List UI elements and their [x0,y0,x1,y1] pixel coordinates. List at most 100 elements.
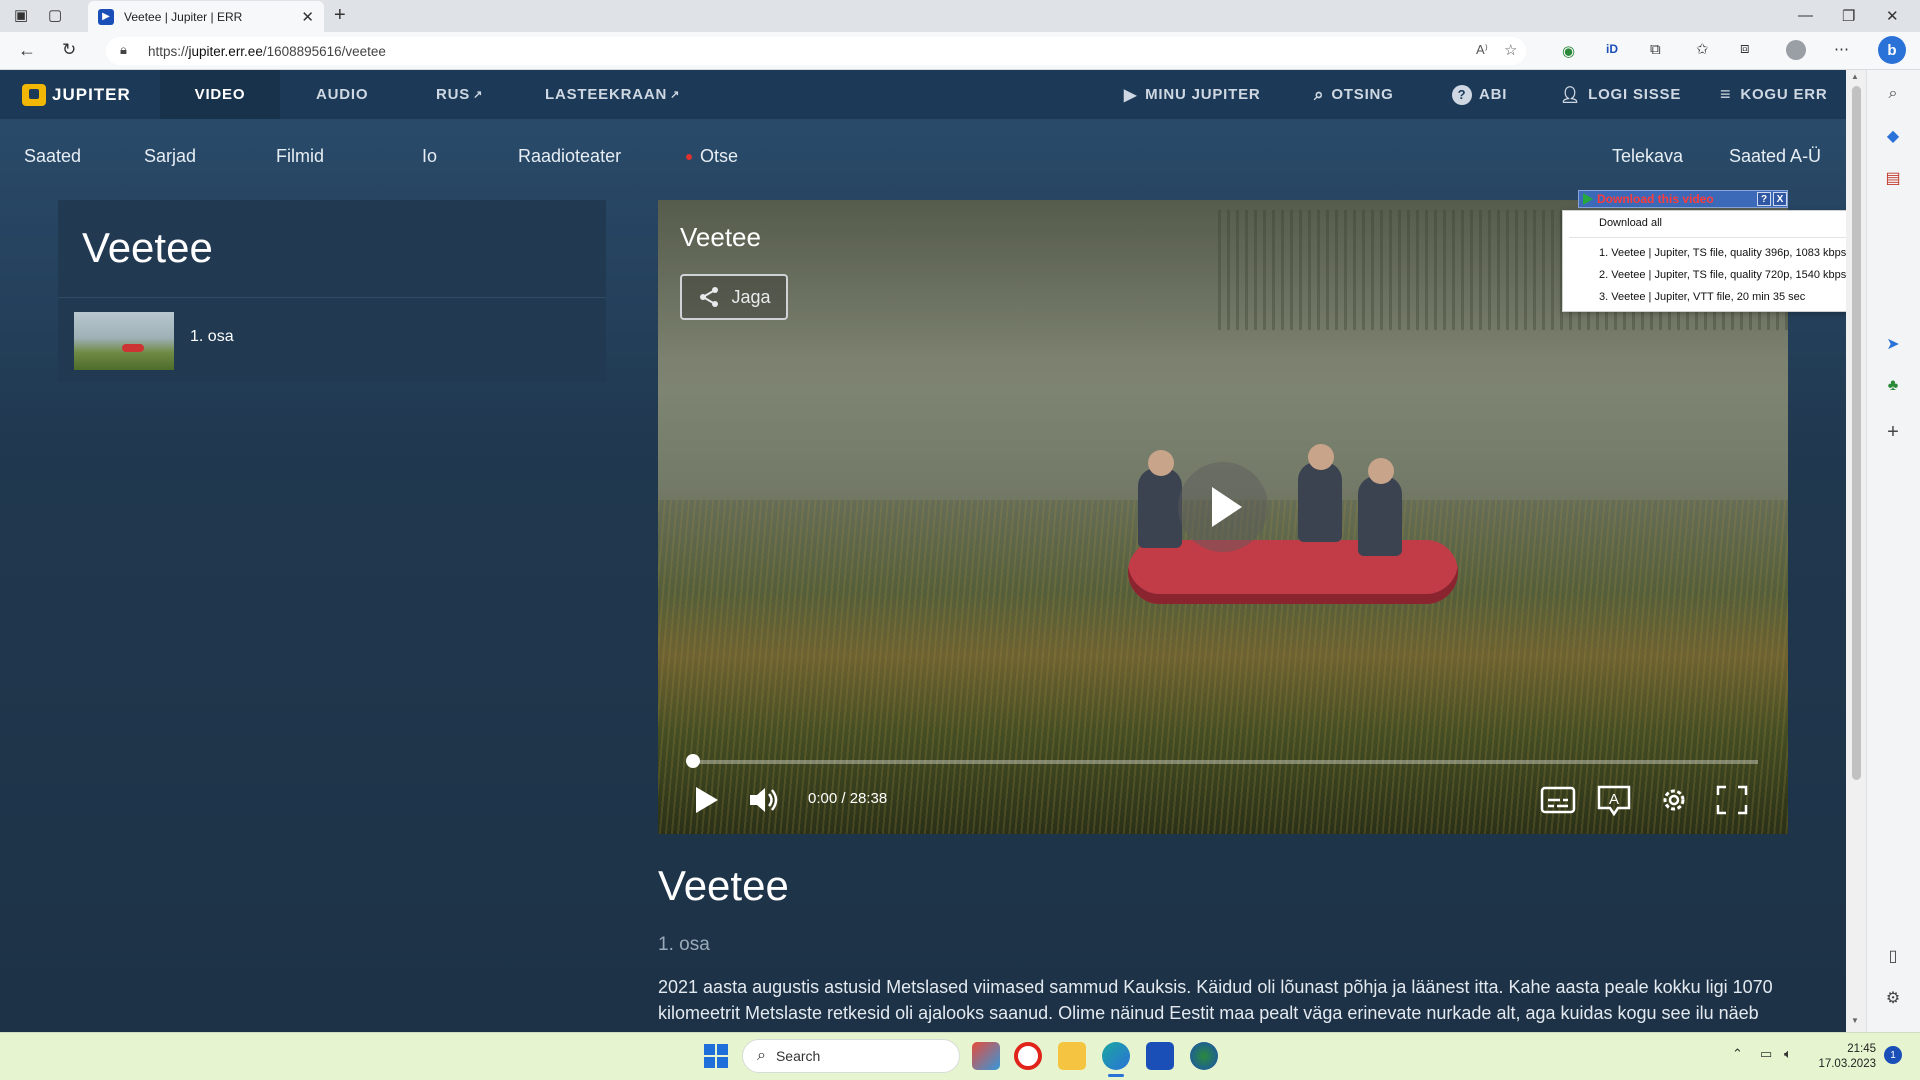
subnav-filmid[interactable]: Filmid [276,146,324,167]
play-button[interactable] [686,780,726,820]
sidebar-settings-icon[interactable]: ⚙︎ [1881,986,1905,1010]
more-menu-icon[interactable]: ⋯ [1834,40,1849,58]
downloader-extension-icon[interactable]: ◉ [1562,42,1575,60]
subnav-telekava[interactable]: Telekava [1612,146,1683,167]
downloader-help-icon[interactable]: ? [1757,192,1771,206]
share-button[interactable]: Jaga [680,274,788,320]
add-favorite-icon[interactable]: ☆ [1504,41,1517,59]
play-triangle-icon [1583,193,1593,205]
nav-otsing[interactable]: ⌕ OTSING [1314,70,1394,119]
notification-badge[interactable]: 1 [1884,1046,1902,1064]
progress-bar[interactable] [692,760,1758,764]
subnav-otse[interactable]: Otse [686,146,738,167]
nav-kogu-err[interactable]: ≡ KOGU ERR [1720,70,1828,119]
url-path: /1608895616/veetee [262,43,386,59]
bing-icon[interactable]: b [1878,36,1906,64]
sidebar-send-icon[interactable]: ➤ [1881,332,1905,356]
nav-rus-label: RUS [436,86,471,103]
video-frame-person [1358,476,1402,556]
episode-thumbnail[interactable] [74,312,174,370]
subnav-io[interactable]: Io [422,146,437,167]
tab-close-icon[interactable]: ✕ [301,8,314,26]
settings-button[interactable] [1654,780,1694,820]
subtitles-button[interactable] [1538,780,1578,820]
jupiter-logo[interactable]: JUPITER [22,70,131,119]
audio-description-button[interactable]: A [1594,780,1634,820]
nav-rus[interactable]: RUS ↗ [436,70,483,119]
subnav-sarjad[interactable]: Sarjad [144,146,196,167]
download-item[interactable]: 3. Veetee | Jupiter, VTT file, 20 min 35… [1599,291,1805,303]
start-icon[interactable] [704,1044,728,1068]
url-field[interactable]: 🔒︎ https://jupiter.err.ee/1608895616/vee… [106,37,1526,65]
opera-icon[interactable] [1014,1042,1042,1070]
nav-audio[interactable]: AUDIO [316,70,368,119]
snipping-tool-icon[interactable] [972,1042,1000,1070]
window-close-icon[interactable]: ✕ [1886,7,1899,25]
subnav-raadioteater[interactable]: Raadioteater [518,146,621,167]
file-explorer-icon[interactable] [1058,1042,1086,1070]
share-icon [700,287,719,307]
tab-actions-icon[interactable]: ▣ [14,6,28,24]
big-play-button[interactable] [1178,462,1268,552]
lock-icon[interactable]: 🔒︎ [120,42,127,58]
video-frame-head [1148,450,1174,476]
video-frame-raft [1128,540,1458,604]
video-frame-person [1298,462,1342,542]
subnav-saated[interactable]: Saated [24,146,81,167]
taskbar-clock[interactable]: 21:45 17.03.2023 [1796,1042,1876,1072]
sidebar-panel-icon[interactable]: ▯ [1881,944,1905,968]
workspaces-icon[interactable]: ▢ [48,6,62,24]
collections-icon[interactable]: ⧈ [1740,40,1750,57]
id-extension-icon[interactable]: iD [1606,42,1618,56]
active-tab[interactable]: ▶ Veetee | Jupiter | ERR ✕ [88,1,324,32]
nav-lasteekraan[interactable]: LASTEEKRAAN ↗ [545,70,680,119]
episode-label[interactable]: 1. osa [190,328,234,346]
hamburger-menu-icon: ≡ [1720,84,1732,104]
download-header-label: Download this video [1597,192,1714,206]
globe-app-icon[interactable] [1190,1042,1218,1070]
nav-abi[interactable]: ? ABI [1452,70,1507,119]
video-frame-head [1308,444,1334,470]
profile-avatar[interactable] [1786,40,1806,60]
sidebar-tools-icon[interactable]: ▤ [1881,166,1905,190]
edge-icon[interactable] [1102,1042,1130,1070]
speaker-icon[interactable]: 🔈︎ [1784,1046,1792,1062]
play-square-icon: ▶︎ [1124,86,1138,104]
sidebar-tree-icon[interactable]: ♣ [1881,374,1905,398]
progress-handle[interactable] [686,754,700,768]
back-icon[interactable]: ← [18,40,36,61]
new-tab-icon[interactable]: + [334,4,346,27]
scrollbar-thumb[interactable] [1852,86,1861,780]
download-all-item[interactable]: Download all [1599,217,1662,229]
volume-button[interactable] [742,780,786,820]
nav-minu-jupiter[interactable]: ▶︎ MINU JUPITER [1124,70,1261,119]
store-icon[interactable] [1146,1042,1174,1070]
download-item[interactable]: 2. Veetee | Jupiter, TS file, quality 72… [1599,269,1846,281]
share-label: Jaga [731,286,771,307]
favorites-icon[interactable]: ✩ [1696,40,1709,58]
sidebar-tag-icon[interactable]: ◆ [1881,124,1905,148]
fullscreen-button[interactable] [1712,780,1752,820]
refresh-icon[interactable]: ↻ [62,40,76,60]
extensions-icon[interactable]: ⧉ [1650,41,1661,58]
minimize-icon[interactable]: — [1798,7,1813,24]
sidebar-add-icon[interactable]: + [1881,420,1905,444]
video-frame-head [1368,458,1394,484]
sidebar-search-icon[interactable]: ⌕ [1881,82,1905,106]
scroll-down-icon[interactable]: ▼ [1851,1016,1859,1025]
network-icon[interactable]: ▭ [1760,1046,1772,1062]
subtitles-icon [1540,786,1576,814]
taskbar-search[interactable]: ⌕ Search [742,1039,960,1073]
episode-list-panel: Veetee 1. osa [58,200,606,382]
restore-icon[interactable]: ❐ [1842,7,1855,25]
nav-logi-sisse[interactable]: 👤︎ LOGI SISSE [1560,70,1681,119]
thumbnail-raft [122,344,144,352]
subnav-saated-az[interactable]: Saated A-Ü [1729,146,1821,167]
download-this-video-button[interactable]: Download this video ? X [1578,190,1788,208]
nav-video[interactable]: VIDEO [160,70,280,119]
read-aloud-icon[interactable]: A⁾ [1476,42,1488,58]
tray-chevron-icon[interactable]: ⌃ [1732,1046,1743,1062]
download-item[interactable]: 1. Veetee | Jupiter, TS file, quality 39… [1599,247,1846,259]
downloader-close-icon[interactable]: X [1773,192,1787,206]
scroll-up-icon[interactable]: ▲ [1851,72,1859,81]
